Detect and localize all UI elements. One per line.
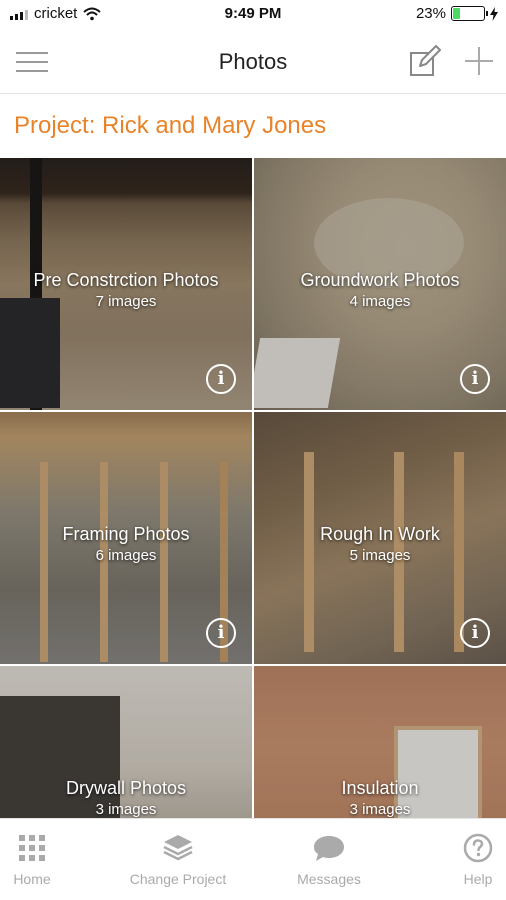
edit-button[interactable]	[408, 44, 442, 78]
tab-bar: Home Change Project Messages Help	[0, 818, 506, 900]
album-tile[interactable]: Drywall Photos 3 images	[0, 666, 252, 818]
album-tile[interactable]: Insulation 3 images	[254, 666, 506, 818]
battery-percent: 23%	[415, 5, 446, 22]
project-title: Project: Rick and Mary Jones	[14, 112, 327, 139]
chat-bubble-icon	[314, 836, 344, 861]
tab-change-project[interactable]: Change Project	[122, 833, 234, 887]
help-icon	[463, 833, 493, 863]
album-count: 5 images	[349, 547, 411, 564]
album-name: Framing Photos	[62, 524, 190, 544]
album-name: Groundwork Photos	[300, 270, 460, 290]
grid-icon	[19, 835, 45, 861]
album-grid: Pre Constrction Photos 7 images i Groundw…	[0, 158, 506, 818]
edit-icon	[410, 45, 441, 76]
tab-home-label: Home	[13, 871, 51, 887]
album-count: 3 images	[349, 801, 411, 818]
info-icon[interactable]: i	[206, 364, 236, 394]
info-icon[interactable]: i	[460, 618, 490, 648]
battery-icon	[451, 6, 488, 21]
battery-fill	[453, 8, 460, 19]
album-name: Rough In Work	[320, 524, 440, 544]
info-icon[interactable]: i	[460, 364, 490, 394]
info-icon[interactable]: i	[206, 618, 236, 648]
tab-messages-label: Messages	[297, 871, 361, 887]
tab-messages[interactable]: Messages	[292, 833, 366, 887]
album-tile[interactable]: Pre Constrction Photos 7 images i	[0, 158, 252, 410]
album-name: Insulation	[341, 778, 419, 798]
tab-help-label: Help	[463, 871, 493, 887]
tab-change-project-label: Change Project	[129, 871, 227, 887]
album-tile[interactable]: Groundwork Photos 4 images i	[254, 158, 506, 410]
layers-icon	[163, 835, 193, 861]
album-name: Pre Constrction Photos	[33, 270, 219, 290]
plus-icon	[465, 47, 493, 75]
album-tile[interactable]: Framing Photos 6 images i	[0, 412, 252, 664]
album-count: 6 images	[95, 547, 157, 564]
status-bar: cricket 9:49 PM 23%	[0, 0, 506, 30]
album-count: 4 images	[349, 293, 411, 310]
album-count: 7 images	[95, 293, 157, 310]
status-right: 23%	[416, 5, 498, 22]
album-name: Drywall Photos	[65, 778, 187, 798]
tab-help[interactable]: Help	[458, 833, 498, 887]
add-button[interactable]	[462, 44, 496, 78]
tab-home[interactable]: Home	[8, 833, 56, 887]
nav-header: Photos	[0, 30, 506, 94]
charging-icon	[490, 6, 498, 21]
album-tile[interactable]: Rough In Work 5 images i	[254, 412, 506, 664]
album-count: 3 images	[95, 801, 157, 818]
